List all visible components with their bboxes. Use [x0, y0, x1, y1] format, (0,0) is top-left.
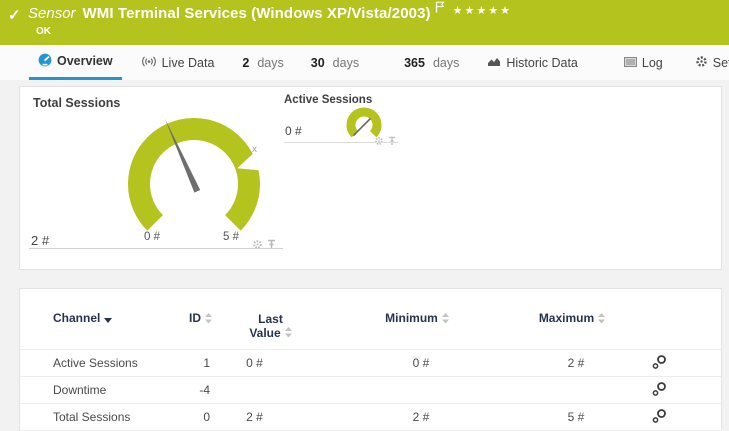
gauge-icon — [38, 53, 52, 70]
channel-settings-icon[interactable] — [651, 381, 667, 400]
channel-settings-icon[interactable] — [651, 354, 667, 373]
channel-maximum: 2 # — [568, 356, 585, 370]
tab-historic-data-label: Historic Data — [506, 56, 578, 70]
column-header-minimum[interactable]: Minimum — [385, 312, 449, 328]
table-row[interactable]: Total Sessions 0 2 # 2 # 5 # — [20, 403, 721, 430]
tab-30-days-unit: days — [333, 56, 359, 70]
column-header-channel-label: Channel — [53, 312, 100, 326]
tab-2-days[interactable]: 2 days — [233, 45, 292, 80]
tab-overview[interactable]: Overview — [29, 45, 122, 80]
channel-name: Active Sessions — [53, 356, 173, 370]
tab-30-days-number: 30 — [311, 56, 325, 70]
active-sessions-gauge-arc — [351, 112, 377, 134]
sensor-header: ✓ Sensor WMI Terminal Services (Windows … — [0, 0, 729, 45]
gauge-pin-icon[interactable] — [267, 237, 276, 255]
tab-bar: Overview Live Data 2 days 30 days 365 da… — [0, 45, 729, 80]
gauge-graphics — [20, 87, 721, 269]
table-row[interactable]: Downtime -4 — [20, 376, 721, 403]
total-sessions-underline — [29, 248, 283, 249]
status-ok-check-icon: ✓ — [8, 6, 21, 24]
channel-id: 0 — [203, 410, 218, 424]
tab-365-days[interactable]: 365 days — [395, 45, 468, 80]
tab-overview-label: Overview — [57, 54, 113, 68]
total-sessions-tools — [252, 237, 276, 255]
channel-settings-icon[interactable] — [651, 408, 667, 427]
channel-last-value: 2 # — [246, 410, 263, 424]
column-header-channel[interactable]: Channel — [53, 312, 173, 327]
column-header-maximum-label: Maximum — [539, 312, 594, 326]
tab-settings-label: Settings — [713, 56, 729, 70]
sensor-title: WMI Terminal Services (Windows XP/Vista/… — [83, 5, 431, 22]
tab-log-label: Log — [642, 56, 663, 70]
tab-log[interactable]: Log — [615, 45, 672, 80]
tab-live-data-label: Live Data — [162, 56, 215, 70]
sort-icon — [285, 327, 292, 341]
gauges-panel: Total Sessions x 2 # 0 # 5 # Active Sess… — [19, 86, 722, 270]
priority-stars[interactable]: ★★★★★ — [453, 4, 512, 17]
table-header-row: Channel ID Last Value Minimum Maximum — [20, 289, 721, 349]
column-header-id[interactable]: ID — [189, 312, 218, 328]
column-header-id-label: ID — [189, 312, 201, 326]
gauge-settings-gear-icon[interactable] — [252, 237, 263, 255]
active-sessions-underline — [284, 142, 398, 143]
sensor-status-badge: OK — [36, 26, 51, 37]
tab-historic-data[interactable]: Historic Data — [478, 45, 587, 80]
total-sessions-gauge-title: Total Sessions — [33, 96, 120, 110]
total-sessions-limit-marker: x — [252, 144, 257, 155]
column-header-last-label: Last — [249, 312, 291, 326]
channel-name: Total Sessions — [53, 410, 173, 424]
sort-icon — [442, 313, 449, 328]
tab-settings[interactable]: Settings — [686, 45, 729, 80]
active-sessions-current-value: 0 # — [285, 124, 302, 138]
channels-table-panel: Channel ID Last Value Minimum Maximum — [19, 288, 722, 431]
total-sessions-current-value: 2 # — [31, 233, 49, 248]
active-sessions-gauge-title: Active Sessions — [284, 94, 372, 106]
table-row[interactable]: Active Sessions 1 0 # 0 # 2 # — [20, 349, 721, 376]
total-sessions-scale-max: 5 # — [223, 231, 239, 243]
tab-365-days-number: 365 — [404, 56, 425, 70]
sort-desc-icon — [104, 313, 112, 327]
sort-icon — [598, 313, 605, 328]
flag-icon — [435, 0, 445, 18]
tab-30-days[interactable]: 30 days — [302, 45, 368, 80]
column-header-maximum[interactable]: Maximum — [539, 312, 605, 328]
tab-365-days-unit: days — [433, 56, 459, 70]
prtg-sensor-page: ✓ Sensor WMI Terminal Services (Windows … — [0, 0, 729, 431]
tab-2-days-number: 2 — [242, 56, 249, 70]
channel-name: Downtime — [53, 383, 173, 397]
channel-last-value: 0 # — [246, 356, 263, 370]
column-header-value-label: Value — [249, 326, 280, 341]
column-header-last-value[interactable]: Last Value — [249, 312, 291, 341]
channel-id: 1 — [203, 356, 218, 370]
broadcast-icon — [141, 56, 157, 70]
object-kind-label: Sensor — [28, 5, 76, 22]
total-sessions-scale-min: 0 # — [144, 231, 160, 243]
column-header-minimum-label: Minimum — [385, 312, 438, 326]
channel-minimum: 2 # — [413, 410, 430, 424]
log-list-icon — [624, 56, 637, 70]
total-sessions-gauge-arc — [139, 129, 249, 223]
sort-icon — [205, 313, 212, 328]
channel-id: -4 — [199, 383, 218, 397]
gear-icon — [695, 55, 708, 71]
tab-live-data[interactable]: Live Data — [132, 45, 224, 80]
channel-minimum: 0 # — [413, 356, 430, 370]
channel-maximum: 5 # — [568, 410, 585, 424]
chart-icon — [487, 56, 501, 70]
tab-2-days-unit: days — [257, 56, 283, 70]
